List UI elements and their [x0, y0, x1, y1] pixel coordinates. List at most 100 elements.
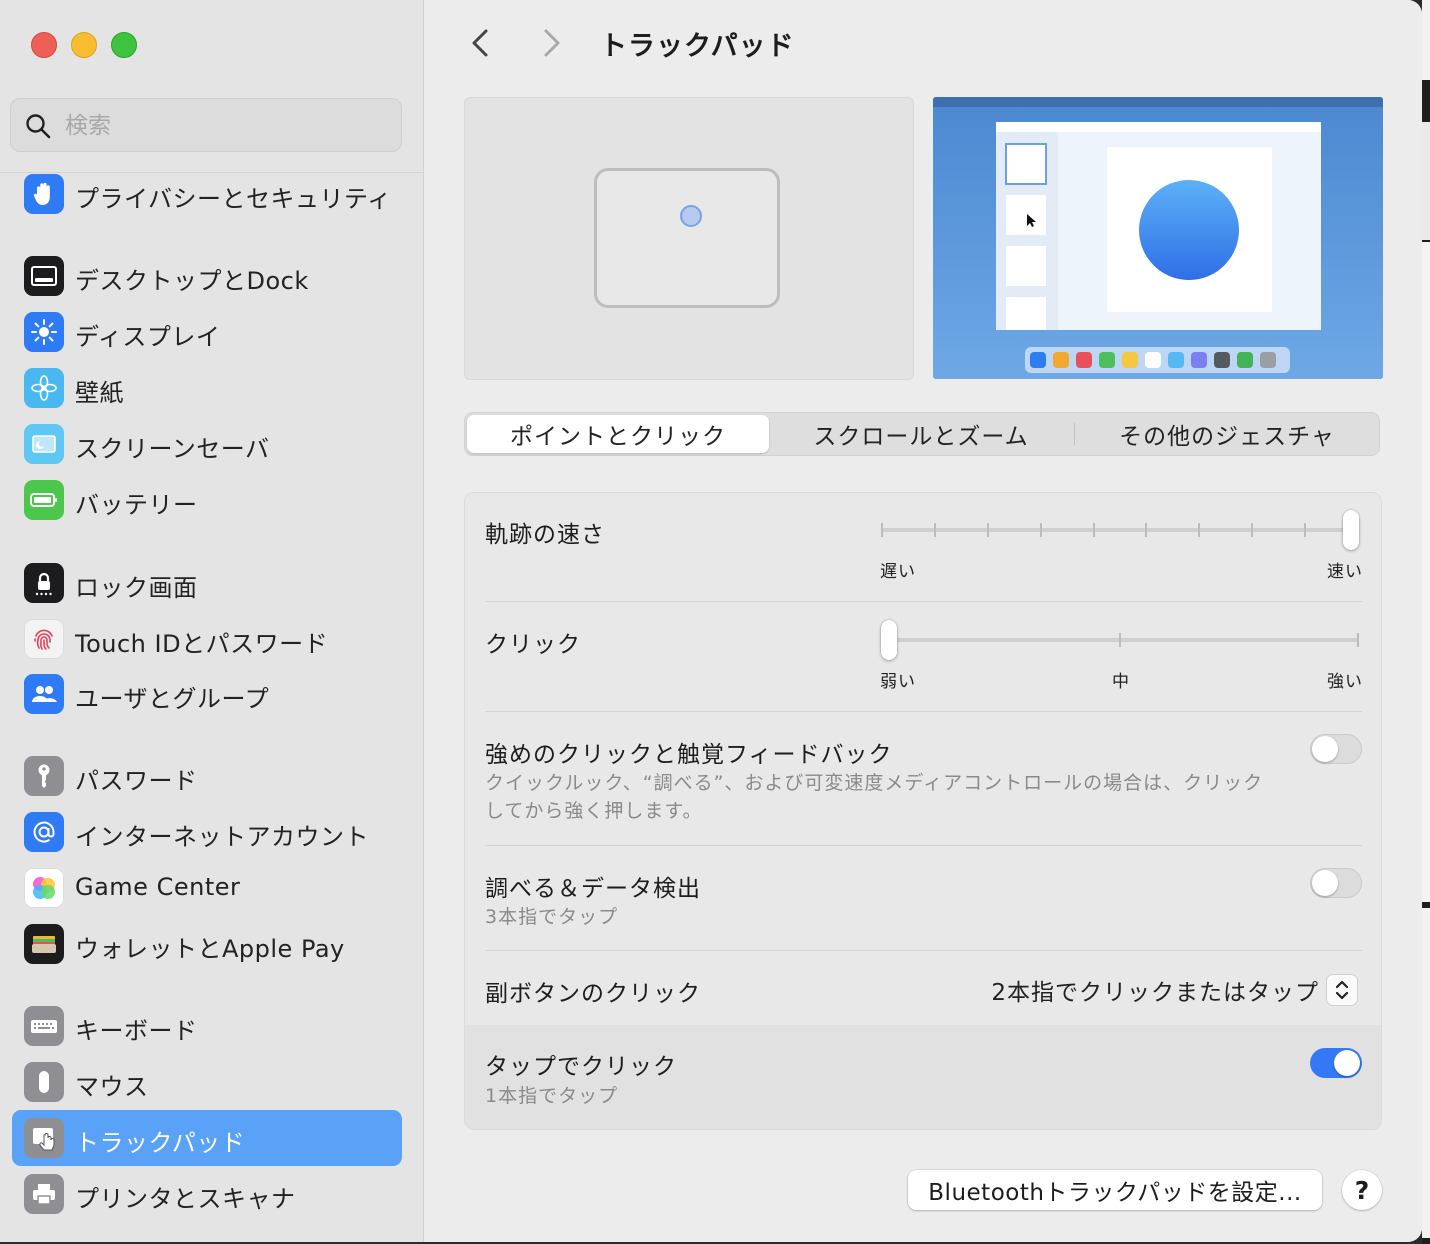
hand-icon [24, 174, 64, 214]
slider-mid-label: 中 [1112, 672, 1130, 692]
lookup-description: 3本指でタップ [485, 906, 619, 928]
close-window-button[interactable] [31, 32, 57, 58]
setup-bluetooth-trackpad-button[interactable]: Bluetoothトラックパッドを設定... [908, 1170, 1322, 1210]
search-field[interactable] [10, 98, 402, 152]
sidebar-item-label: インターネットアカウント [75, 823, 369, 851]
lookup-label: 調べる＆データ検出 [485, 876, 701, 902]
minimize-window-button[interactable] [71, 32, 97, 58]
sidebar-item-privacy-security[interactable]: プライバシーとセキュリティ [12, 166, 402, 222]
preview-video [933, 97, 1383, 379]
sidebar-item-label: 壁紙 [75, 379, 124, 407]
tap-to-click-description: 1本指でタップ [485, 1085, 619, 1107]
toggle-knob [1312, 736, 1338, 762]
sidebar-item-label: ディスプレイ [75, 323, 221, 351]
sidebar-item-keyboard[interactable]: キーボード [12, 998, 402, 1054]
content-area: トラックパッド ポイントとクリック スクロールとズーム その他のジェスチャ 軌跡… [424, 0, 1422, 1242]
sidebar-item-label: ロック画面 [75, 574, 198, 602]
tab-point-click[interactable]: ポイントとクリック [467, 415, 769, 453]
sidebar-item-label: デスクトップとDock [75, 267, 309, 295]
page-title: トラックパッド [600, 31, 795, 62]
sidebar-item-displays[interactable]: ディスプレイ [12, 304, 402, 360]
sidebar-item-printers-scanners[interactable]: プリンタとスキャナ [12, 1166, 402, 1222]
key-icon [24, 756, 64, 796]
sidebar-item-label: バッテリー [75, 491, 198, 519]
settings-window: プライバシーとセキュリティ デスクトップとDock ディスプレイ 壁紙 スクリー [0, 0, 1422, 1242]
slider-min-label: 遅い [880, 562, 916, 582]
slider-thumb[interactable] [1343, 510, 1359, 550]
game-center-icon [24, 868, 64, 908]
sidebar-item-mouse[interactable]: マウス [12, 1054, 402, 1110]
tab-more-gestures[interactable]: その他のジェスチャ [1075, 415, 1379, 453]
slider-max-label: 速い [1327, 562, 1363, 582]
sidebar: プライバシーとセキュリティ デスクトップとDock ディスプレイ 壁紙 スクリー [0, 0, 424, 1242]
tap-to-click-label: タップでクリック [485, 1054, 677, 1080]
popup-stepper-icon[interactable] [1327, 975, 1357, 1005]
slider-tick [1119, 633, 1121, 647]
gesture-preview [464, 97, 914, 380]
slider-tick [1039, 523, 1042, 537]
sidebar-item-wallet-apple-pay[interactable]: ウォレットとApple Pay [12, 916, 402, 972]
background-window [1422, 0, 1430, 1244]
slider-tick [1198, 523, 1201, 537]
sidebar-item-passwords[interactable]: パスワード [12, 748, 402, 804]
row-divider [485, 711, 1362, 712]
trackpad-illustration [594, 168, 780, 308]
tap-to-click-toggle[interactable] [1310, 1048, 1362, 1078]
slider-thumb[interactable] [881, 620, 897, 660]
sidebar-item-label: Touch IDとパスワード [75, 630, 329, 658]
at-icon [24, 812, 64, 852]
sidebar-item-touch-id[interactable]: Touch IDとパスワード [12, 611, 402, 667]
sidebar-item-screensaver[interactable]: スクリーンセーバ [12, 416, 402, 472]
tap-to-click-row: タップでクリック 1本指でタップ [465, 1025, 1381, 1129]
sidebar-item-trackpad[interactable]: トラックパッド [12, 1110, 402, 1166]
sidebar-item-label: スクリーンセーバ [75, 435, 270, 463]
row-divider [485, 845, 1362, 846]
battery-icon [24, 480, 64, 520]
sidebar-item-label: マウス [75, 1073, 149, 1101]
slider-min-label: 弱い [880, 672, 916, 692]
tracking-speed-slider[interactable] [877, 509, 1365, 559]
sidebar-item-label: ウォレットとApple Pay [75, 935, 345, 963]
sidebar-item-internet-accounts[interactable]: インターネットアカウント [12, 804, 402, 860]
fingerprint-icon [24, 619, 64, 659]
sidebar-item-desktop-dock[interactable]: デスクトップとDock [12, 248, 402, 304]
zoom-window-button[interactable] [111, 32, 137, 58]
slider-tick [1092, 523, 1095, 537]
tab-bar: ポイントとクリック スクロールとズーム その他のジェスチャ [464, 412, 1380, 456]
slider-tick [986, 523, 989, 537]
force-click-description-2: してから強く押します。 [485, 800, 703, 822]
force-click-toggle[interactable] [1310, 734, 1362, 764]
sidebar-item-lock-screen[interactable]: ロック画面 [12, 555, 402, 611]
screensaver-icon [24, 424, 64, 464]
click-strength-slider[interactable] [877, 619, 1365, 669]
slider-tick [1304, 523, 1307, 537]
search-icon [26, 114, 51, 139]
sidebar-item-label: プリンタとスキャナ [75, 1185, 296, 1213]
force-click-description-1: クイックルック、“調べる”、および可変速度メディアコントロールの場合は、クリック [485, 772, 1264, 794]
toggle-knob [1312, 870, 1338, 896]
sun-icon [24, 312, 64, 352]
slider-tick [1251, 523, 1254, 537]
tab-scroll-zoom[interactable]: スクロールとズーム [769, 415, 1073, 453]
help-button[interactable]: ? [1342, 1170, 1382, 1210]
toggle-knob [1334, 1050, 1360, 1076]
lock-icon [24, 563, 64, 603]
row-divider [485, 950, 1362, 951]
secondary-click-popup[interactable]: 2本指でクリックまたはタップ [991, 973, 1319, 1007]
mouse-icon [24, 1062, 64, 1102]
chevron-left-icon[interactable] [466, 26, 498, 60]
chevron-right-icon[interactable] [536, 26, 568, 60]
sidebar-item-label: トラックパッド [75, 1129, 246, 1157]
lookup-toggle[interactable] [1310, 868, 1362, 898]
sidebar-item-battery[interactable]: バッテリー [12, 472, 402, 528]
search-input[interactable] [63, 107, 387, 145]
trackpad-icon [24, 1118, 64, 1158]
wallet-icon [24, 924, 64, 964]
sidebar-item-wallpaper[interactable]: 壁紙 [12, 360, 402, 416]
preview-video-frame [933, 97, 1383, 379]
slider-tick [1145, 523, 1148, 537]
click-label: クリック [485, 632, 581, 658]
keyboard-icon [24, 1006, 64, 1046]
sidebar-item-game-center[interactable]: Game Center [12, 860, 402, 916]
sidebar-item-users-groups[interactable]: ユーザとグループ [12, 666, 402, 722]
